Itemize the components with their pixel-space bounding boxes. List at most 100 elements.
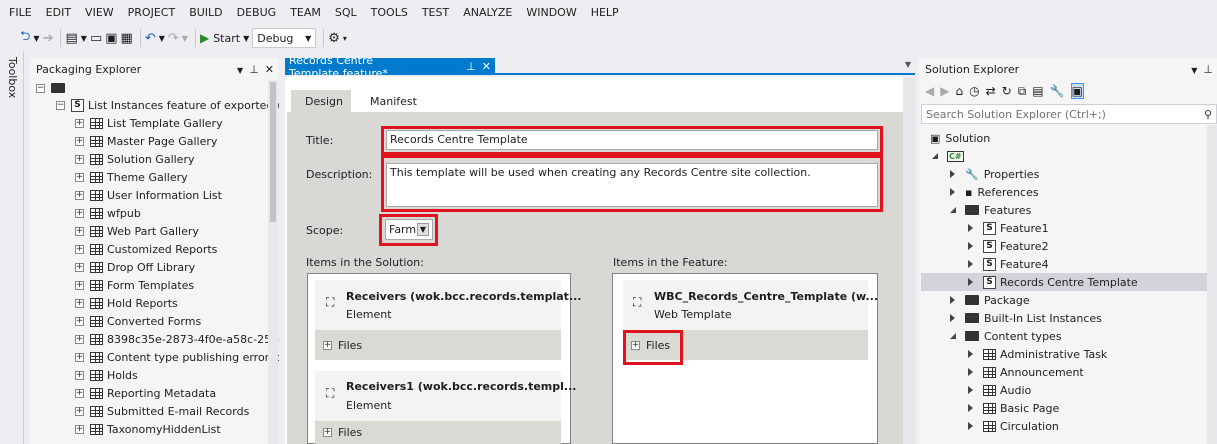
expand-icon[interactable]: +	[75, 190, 84, 200]
expand-icon[interactable]: +	[75, 118, 84, 128]
history-icon[interactable]: ◷	[969, 84, 979, 98]
files-toggle[interactable]: + Files	[315, 330, 561, 360]
new-project-icon[interactable]: ▤	[65, 28, 77, 48]
menu-item-debug[interactable]: DEBUG	[232, 6, 286, 19]
show-files-icon[interactable]: ▤	[1032, 84, 1043, 98]
save-icon[interactable]: ▣	[105, 28, 117, 48]
expand-arrow-icon[interactable]	[968, 386, 973, 394]
list-item[interactable]: + Solution Gallery	[75, 150, 194, 168]
tree-node[interactable]: Circulation	[968, 417, 1059, 435]
expand-icon[interactable]: +	[75, 298, 84, 308]
expand-arrow-icon[interactable]	[968, 242, 973, 250]
pin-icon[interactable]: ⊥	[249, 63, 259, 76]
menu-item-window[interactable]: WINDOW	[521, 6, 585, 19]
expand-arrow-icon[interactable]	[968, 260, 973, 268]
properties-icon[interactable]: 🔧	[1050, 84, 1065, 98]
expand-arrow-icon[interactable]	[968, 422, 973, 430]
expand-arrow-icon[interactable]	[968, 224, 973, 232]
menu-item-sql[interactable]: SQL	[330, 6, 366, 19]
list-item[interactable]: + Web Part Gallery	[75, 222, 199, 240]
expand-icon[interactable]: +	[75, 388, 84, 398]
redo-icon[interactable]: ↷	[168, 28, 179, 48]
scrollbar[interactable]	[268, 80, 278, 444]
expand-icon[interactable]: +	[75, 172, 84, 182]
dropdown-arrow-icon[interactable]: ▼	[1191, 66, 1197, 75]
expand-icon[interactable]: +	[323, 340, 332, 350]
expand-icon[interactable]: +	[75, 154, 84, 164]
expand-arrow-icon[interactable]	[968, 350, 973, 358]
refresh-icon[interactable]: ↻	[1002, 84, 1012, 98]
list-item[interactable]: + Form Templates	[75, 276, 194, 294]
expand-icon[interactable]: +	[75, 280, 84, 290]
home-icon[interactable]: ⌂	[955, 84, 963, 98]
scrollbar[interactable]	[903, 77, 915, 444]
tree-node[interactable]: Package	[950, 291, 1030, 309]
pin-icon[interactable]: ⊥	[1203, 63, 1213, 76]
dropdown-arrow-icon[interactable]: ▼	[159, 28, 165, 48]
overflow-icon[interactable]: ▾	[343, 28, 347, 48]
expand-icon[interactable]: +	[75, 406, 84, 416]
list-item[interactable]: + Holds	[75, 366, 138, 384]
menu-item-view[interactable]: VIEW	[80, 6, 123, 19]
close-icon[interactable]: ✕	[482, 60, 491, 73]
expand-icon[interactable]: +	[75, 424, 84, 434]
tree-node[interactable]: Built-In List Instances	[950, 309, 1102, 327]
expand-icon[interactable]: +	[75, 262, 84, 272]
collapse-arrow-icon[interactable]	[932, 153, 938, 159]
collapse-arrow-icon[interactable]	[950, 333, 956, 339]
collapse-all-icon[interactable]: ⧉	[1018, 84, 1027, 99]
undo-icon[interactable]: ↶	[145, 28, 156, 48]
expand-icon[interactable]: +	[75, 208, 84, 218]
tab-design-label[interactable]: Design	[305, 90, 343, 112]
expand-arrow-icon[interactable]	[968, 404, 973, 412]
list-item[interactable]: + Reporting Metadata	[75, 384, 216, 402]
open-icon[interactable]: ▭	[90, 28, 102, 48]
dropdown-arrow-icon[interactable]: ▼	[182, 28, 188, 48]
menu-item-project[interactable]: PROJECT	[123, 6, 185, 19]
menu-item-team[interactable]: TEAM	[285, 6, 330, 19]
list-item[interactable]: + Content type publishing error lo	[75, 348, 282, 366]
expand-arrow-icon[interactable]	[950, 188, 955, 196]
expand-arrow-icon[interactable]	[950, 314, 955, 322]
save-all-icon[interactable]: ▦	[121, 28, 133, 48]
list-item[interactable]: + Converted Forms	[75, 312, 201, 330]
forward-icon[interactable]: ▶	[940, 84, 949, 98]
tree-node[interactable]: Administrative Task	[968, 345, 1107, 363]
list-item[interactable]: + Master Page Gallery	[75, 132, 217, 150]
forward-icon[interactable]: ➔	[43, 28, 54, 48]
attach-icon[interactable]: ⚙	[328, 28, 340, 48]
sync-icon[interactable]: ⇄	[986, 84, 996, 98]
list-item[interactable]: + Submitted E-mail Records	[75, 402, 249, 420]
list-item[interactable]: + List Template Gallery	[75, 114, 223, 132]
tree-node[interactable]: S Feature2	[968, 237, 1049, 255]
tree-node[interactable]: C#	[932, 147, 969, 165]
tree-node[interactable]: S Records Centre Template	[921, 273, 1207, 291]
list-item[interactable]: + Drop Off Library	[75, 258, 195, 276]
list-item[interactable]: + Theme Gallery	[75, 168, 188, 186]
expand-arrow-icon[interactable]	[968, 278, 973, 286]
search-input[interactable]: Search Solution Explorer (Ctrl+;) ⚲	[921, 104, 1217, 124]
tree-node[interactable]: S Feature4	[968, 255, 1049, 273]
expand-arrow-icon[interactable]	[968, 368, 973, 376]
menu-item-analyze[interactable]: ANALYZE	[458, 6, 521, 19]
tree-node[interactable]: Content types	[950, 327, 1062, 345]
menu-item-help[interactable]: HELP	[586, 6, 628, 19]
tab-manifest[interactable]: Manifest	[370, 90, 417, 112]
collapse-arrow-icon[interactable]	[950, 207, 956, 213]
start-button[interactable]: ▶ Start	[200, 28, 240, 48]
back-icon[interactable]: ⮌	[20, 28, 30, 48]
files-toggle[interactable]: + Files	[315, 421, 561, 444]
tree-node[interactable]: Announcement	[968, 363, 1084, 381]
close-icon[interactable]: ✕	[265, 63, 274, 76]
expand-icon[interactable]: +	[75, 352, 84, 362]
list-item[interactable]: + Hold Reports	[75, 294, 178, 312]
tree-node[interactable]: ▪ References	[950, 183, 1039, 201]
list-item[interactable]: + wfpub	[75, 204, 141, 222]
preview-icon[interactable]: ▣	[1070, 83, 1084, 99]
list-item[interactable]: + Customized Reports	[75, 240, 217, 258]
tree-node[interactable]: Features	[950, 201, 1031, 219]
list-item[interactable]: + User Information List	[75, 186, 222, 204]
expand-icon[interactable]: +	[323, 428, 332, 437]
tree-node[interactable]: S Feature1	[968, 219, 1049, 237]
expand-icon[interactable]: +	[75, 226, 84, 236]
